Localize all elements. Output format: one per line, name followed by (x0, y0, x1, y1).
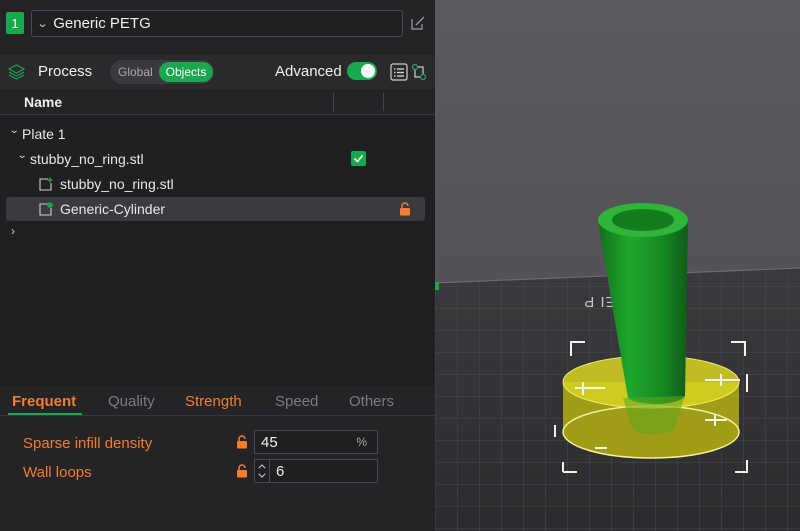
process-title: Process (38, 63, 93, 80)
chevron-right-icon[interactable]: › (11, 224, 15, 238)
switch-knob (361, 64, 375, 78)
tab-quality[interactable]: Quality (108, 393, 155, 410)
chevron-down-icon[interactable]: ⌄ (17, 150, 28, 161)
checkbox-checked[interactable] (351, 151, 366, 166)
left-panel: 1 ⌄ Generic PETG Process Global Objects … (0, 0, 435, 531)
sparse-infill-input[interactable]: 45 % (254, 430, 378, 454)
global-objects-toggle[interactable]: Global Objects (110, 60, 214, 84)
sparse-infill-unit: % (356, 435, 367, 449)
chevron-down-icon[interactable]: ⌄ (9, 125, 20, 136)
unlock-icon[interactable] (399, 202, 411, 216)
unlock-icon[interactable] (236, 435, 248, 449)
object-tree: ⌄ Plate 1 ⌄ stubby_no_ring.stl stubby_no… (0, 116, 435, 386)
active-tab-underline (8, 413, 82, 415)
tree-row-collapsed[interactable]: › (0, 222, 435, 246)
column-name-header[interactable]: Name (24, 94, 62, 110)
filament-row: 1 ⌄ Generic PETG (0, 0, 435, 48)
filament-name: Generic PETG (53, 15, 151, 32)
tab-speed[interactable]: Speed (275, 393, 318, 410)
tree-row-plate[interactable]: ⌄ Plate 1 (0, 122, 435, 146)
column-divider[interactable] (333, 93, 334, 111)
list-icon[interactable] (390, 63, 408, 81)
settings-panel: Sparse infill density 45 % Wall loops 6 (0, 417, 435, 531)
compare-icon[interactable] (411, 63, 427, 81)
wall-loops-label: Wall loops (23, 464, 92, 481)
tree-row-label: stubby_no_ring.stl (30, 151, 144, 167)
layers-icon (8, 64, 25, 80)
column-divider[interactable] (383, 93, 384, 111)
tree-row-modifier[interactable]: Generic-Cylinder (6, 197, 425, 221)
tree-row-label: stubby_no_ring.stl (60, 176, 174, 192)
process-bar: Process Global Objects Advanced (0, 55, 435, 89)
sparse-infill-value: 45 (261, 434, 278, 451)
tab-frequent[interactable]: Frequent (12, 393, 76, 410)
tree-row-label: Generic-Cylinder (60, 201, 166, 217)
tree-row-part[interactable]: stubby_no_ring.stl (0, 172, 435, 196)
tree-row-label: Plate 1 (22, 126, 66, 142)
tab-others[interactable]: Others (349, 393, 394, 410)
3d-viewport[interactable]: ate1 PEI P (435, 0, 800, 531)
modifier-icon (39, 202, 53, 216)
advanced-label: Advanced (275, 63, 342, 80)
stepper-arrows-icon[interactable] (255, 460, 270, 482)
filament-select[interactable]: ⌄ Generic PETG (31, 10, 403, 37)
tab-strength[interactable]: Strength (185, 393, 242, 410)
filament-index-badge[interactable]: 1 (6, 12, 24, 34)
sparse-infill-label: Sparse infill density (23, 435, 153, 452)
tree-row-object[interactable]: ⌄ stubby_no_ring.stl (0, 147, 435, 171)
toggle-global[interactable]: Global (118, 65, 153, 79)
plate-edge-marker (435, 282, 439, 290)
wall-loops-stepper[interactable]: 6 (254, 459, 378, 483)
toggle-objects[interactable]: Objects (159, 62, 213, 82)
wall-loops-value: 6 (276, 463, 285, 480)
object-list-header: Name (0, 89, 435, 115)
settings-tabs: Frequent Quality Strength Speed Others (0, 388, 435, 416)
chevron-down-icon: ⌄ (36, 18, 49, 30)
advanced-switch[interactable] (347, 62, 377, 80)
unlock-icon[interactable] (236, 464, 248, 478)
part-add-icon (39, 177, 53, 191)
edit-icon[interactable] (410, 15, 426, 31)
